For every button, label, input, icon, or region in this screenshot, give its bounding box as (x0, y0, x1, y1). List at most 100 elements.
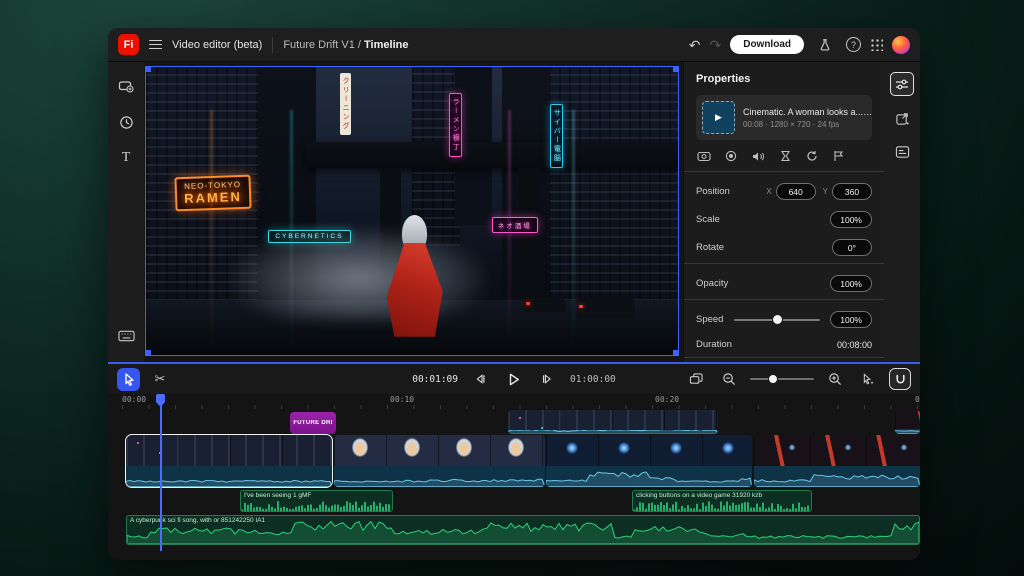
zoom-in-icon[interactable] (823, 367, 847, 391)
timeline-toolbar: ✂ 00:01:09 01:00:00 (108, 362, 920, 394)
redo-button[interactable]: ↷ (709, 38, 721, 52)
vertical-sign-cyan: サイバー電脳 (550, 104, 563, 168)
vertical-sign-pink: ラーメン横丁 (449, 93, 462, 157)
highway-pillar (518, 168, 539, 306)
properties-panel: Properties ▶ Cinematic. A woman looks a.… (683, 62, 884, 362)
overlay-track: FUTURE DRI (108, 410, 920, 434)
ruler-label: 00:20 (655, 395, 679, 404)
timeline-ruler[interactable]: 00:00 00:10 00:20 00:30 (108, 394, 920, 409)
refresh-icon[interactable] (804, 149, 820, 163)
properties-panel-icon[interactable] (890, 72, 914, 96)
ramen-neon-sign: NEO-TOKYO RAMEN (175, 175, 252, 212)
speed-slider[interactable] (734, 319, 820, 321)
vertical-sign-white: クリーニング (340, 73, 351, 135)
account-avatar[interactable] (892, 36, 910, 54)
parked-car (524, 297, 567, 311)
rotate-input[interactable]: 0° (832, 239, 872, 256)
play-glyph-icon: ▶ (715, 112, 722, 123)
hamburger-menu-icon[interactable] (149, 40, 162, 50)
right-rail (884, 62, 920, 362)
street-reflection (572, 110, 575, 355)
elevated-highway (306, 142, 678, 168)
audio-clip-1[interactable]: I've been seeing 1 gMF (240, 490, 393, 512)
clip-name: Cinematic. A woman looks a... v.ffgenvid (743, 107, 873, 117)
selection-handle[interactable] (673, 67, 678, 72)
share-export-icon[interactable] (890, 106, 914, 130)
rotate-row: Rotate 0° (696, 239, 872, 256)
play-button[interactable] (502, 367, 526, 391)
undo-button[interactable]: ↶ (689, 38, 701, 52)
speaker-icon[interactable] (750, 149, 766, 163)
pink-neon-sign: ネオ酒場 (492, 217, 538, 233)
divider (684, 357, 884, 358)
clip-tool-row (696, 149, 872, 163)
text-tool-icon[interactable]: T (114, 146, 138, 170)
timeline: 00:00 00:10 00:20 00:30 FUTURE DRI (108, 394, 920, 560)
video-clip-woman[interactable] (334, 435, 545, 487)
apps-grid-icon[interactable] (870, 38, 883, 51)
selected-clip-card[interactable]: ▶ Cinematic. A woman looks a... v.ffgenv… (696, 95, 872, 140)
select-tool-button[interactable] (117, 368, 140, 391)
video-preview[interactable]: NEO-TOKYO RAMEN CYBERNETICS クリーニング ラーメン横… (145, 66, 679, 356)
total-timecode: 01:00:00 (570, 374, 616, 385)
selection-handle[interactable] (673, 350, 678, 355)
music-clip[interactable]: A cyberpunk sci fi song, with or 8512422… (126, 515, 920, 545)
keyboard-shortcuts-icon[interactable] (114, 324, 138, 348)
app-title: Video editor (beta) (172, 39, 262, 51)
selection-handle[interactable] (146, 67, 151, 72)
preview-area: NEO-TOKYO RAMEN CYBERNETICS クリーニング ラーメン横… (144, 62, 683, 362)
clip-thumbnail: ▶ (702, 101, 735, 134)
previous-frame-button[interactable] (468, 367, 492, 391)
left-toolbar: T (108, 62, 144, 362)
duration-row: Duration 00:08:00 (696, 339, 872, 350)
snap-magnet-icon[interactable] (889, 368, 911, 390)
current-timecode: 00:01:09 (412, 374, 458, 385)
camera-icon[interactable] (696, 149, 712, 163)
overlay-video-clip[interactable] (508, 410, 718, 434)
overlay-video-clip-2[interactable] (895, 410, 920, 434)
beta-flask-icon[interactable] (813, 33, 837, 57)
history-clock-icon[interactable] (114, 110, 138, 134)
video-clip-robot-red[interactable] (754, 435, 920, 487)
divider (684, 299, 884, 300)
record-icon[interactable] (723, 149, 739, 163)
desktop-background: Fi Video editor (beta) Future Drift V1 /… (0, 0, 1024, 576)
position-y-input[interactable]: 360 (832, 183, 872, 200)
loop-icon[interactable] (777, 149, 793, 163)
ruler-label: 00:30 (915, 395, 920, 404)
title-clip[interactable]: FUTURE DRI (290, 412, 336, 434)
edit-pointer-icon[interactable] (856, 367, 880, 391)
firefly-logo[interactable]: Fi (118, 34, 139, 55)
video-clip-robot[interactable] (546, 435, 752, 487)
properties-title: Properties (696, 73, 872, 85)
ruler-label: 00:10 (390, 395, 414, 404)
add-media-icon[interactable] (114, 74, 138, 98)
speed-row: Speed 100% (696, 311, 872, 328)
timeline-zoom-slider[interactable] (750, 378, 814, 380)
zoom-out-icon[interactable] (717, 367, 741, 391)
topbar: Fi Video editor (beta) Future Drift V1 /… (108, 28, 920, 62)
download-button[interactable]: Download (730, 35, 804, 54)
video-clip-street[interactable] (126, 435, 332, 487)
street-reflection (210, 110, 213, 355)
help-icon[interactable]: ? (846, 37, 861, 52)
caped-woman (383, 215, 447, 339)
storyboard-icon[interactable] (831, 149, 847, 163)
split-scissors-icon[interactable]: ✂ (148, 367, 172, 391)
next-frame-button[interactable] (536, 367, 560, 391)
main-video-track (108, 435, 920, 487)
scale-input[interactable]: 100% (830, 211, 872, 228)
divider (272, 37, 273, 53)
opacity-input[interactable]: 100% (830, 275, 872, 292)
position-x-input[interactable]: 640 (776, 183, 816, 200)
opacity-row: Opacity 100% (696, 275, 872, 292)
divider (684, 171, 884, 172)
position-row: Position X 640 Y 360 (696, 183, 872, 200)
audio-clip-2[interactable]: clicking buttons on a video game 31920 k… (632, 490, 812, 512)
selection-handle[interactable] (146, 350, 151, 355)
speed-input[interactable]: 100% (830, 311, 872, 328)
clip-meta: 00:08 · 1280 × 720 · 24 fps (743, 120, 873, 129)
captions-panel-icon[interactable] (890, 140, 914, 164)
breadcrumb[interactable]: Future Drift V1 / Timeline (283, 39, 408, 51)
fit-timeline-icon[interactable] (684, 367, 708, 391)
